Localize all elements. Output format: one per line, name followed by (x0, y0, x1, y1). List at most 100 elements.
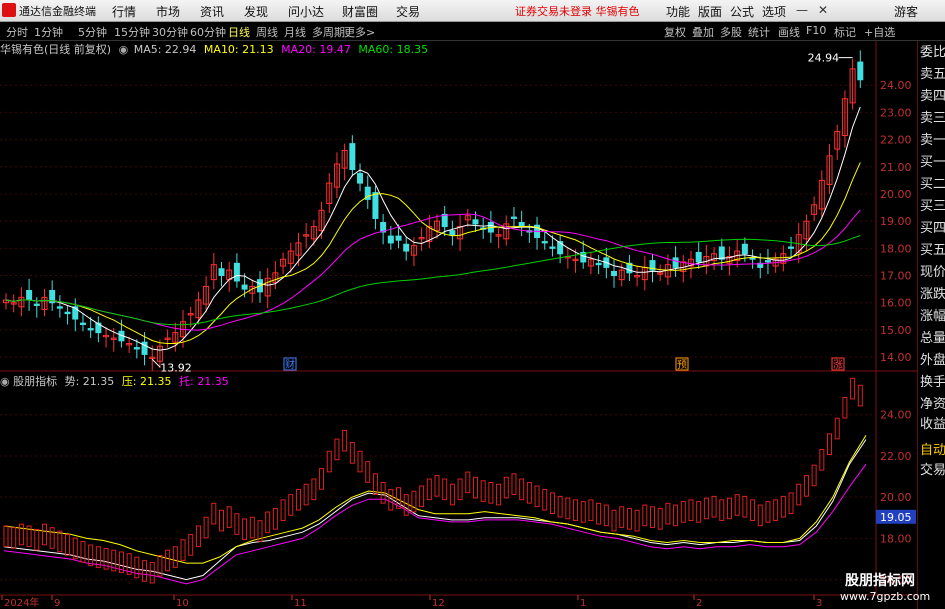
indicator-bar (41, 523, 47, 546)
indicator-bar (188, 534, 194, 556)
y-tick-label: 23.00 (880, 106, 912, 119)
panel-label-bid1: 买一 (920, 155, 945, 170)
indicator-bar (603, 504, 609, 527)
indicator-bar (488, 482, 494, 504)
indicator-bar (619, 506, 625, 528)
candle-body (33, 303, 40, 306)
indicator-bar (503, 476, 509, 499)
y-tick-label: 17.00 (880, 270, 912, 283)
panel-label-bid5: 买五 (920, 243, 945, 258)
indicator-bar (773, 499, 779, 521)
indicator-bar (673, 504, 679, 527)
indicator-bar (650, 506, 655, 528)
indicator-bar (642, 504, 648, 527)
indicator-bar (557, 495, 563, 518)
panel-label-auto[interactable]: 自动 (920, 439, 945, 458)
panel-label-turnover: 换手 (920, 375, 945, 390)
x-tick-label: 3 (816, 598, 822, 609)
indicator-bar (288, 494, 294, 516)
indicator-bar (311, 478, 317, 501)
y-tick-label: 19.00 (880, 215, 912, 228)
candle-body (741, 243, 748, 255)
candle-body (695, 251, 702, 263)
indicator-bar (850, 377, 856, 400)
indicator-bar (857, 384, 863, 407)
candle-body (510, 216, 517, 219)
watermark-url: www.7gpzb.com (840, 590, 931, 603)
candle-body (611, 270, 618, 277)
candle-body (349, 143, 356, 170)
ma10-line (5, 162, 861, 344)
panel-label-ask4: 卖四 (920, 89, 945, 104)
candle-body (718, 246, 725, 260)
indicator-bar (580, 501, 586, 523)
indicator-bar (626, 508, 632, 530)
indicator-bar (319, 468, 325, 490)
candle-body (441, 213, 448, 228)
moving-average-lines (5, 106, 861, 351)
indicator-bar (295, 488, 301, 511)
indicator-bar (765, 501, 771, 523)
indicator-bar (742, 495, 748, 518)
panel-label-outer: 外盘 (920, 353, 945, 368)
panel-label-net-assets: 净资 (920, 397, 945, 412)
indicator-bar (3, 525, 9, 548)
indicator-bar (334, 438, 340, 461)
candle-body (749, 257, 756, 260)
indicator-bar (565, 497, 571, 520)
indicator-bar (303, 483, 309, 506)
indicator-bar (534, 485, 540, 508)
indicator-bar (465, 471, 471, 494)
indicator-bar (80, 541, 86, 563)
chart-area[interactable]: 24.00 23.00 22.00 21.00 20.00 19.00 18.00 17.00… (0, 0, 945, 609)
ma60-line (5, 235, 861, 326)
indicator-bar (272, 508, 278, 530)
candle-body (764, 260, 771, 263)
indicator-bar (203, 516, 209, 539)
indicator-bar (57, 530, 63, 553)
x-tick-label: 2 (696, 598, 702, 609)
panel-label-income: 收益 (920, 417, 945, 432)
indicator-bar (588, 499, 594, 521)
indicator-bar (757, 504, 763, 527)
candle-body (541, 241, 548, 244)
ma5-line (5, 106, 861, 351)
watermark: 股朋指标网 www.7gpzb.com (840, 570, 931, 603)
indicator-bar (542, 488, 548, 511)
y-tick-label: 18.00 (880, 532, 912, 545)
indicator-bar (442, 478, 448, 501)
indicator-bar (18, 523, 24, 546)
indicator-bar (172, 546, 178, 568)
indicator-bar (342, 429, 348, 452)
panel-label-trade[interactable]: 交易 (920, 459, 945, 478)
candle-body (788, 246, 795, 249)
indicator-bar (472, 476, 478, 499)
panel-label-ask5: 卖五 (920, 67, 945, 82)
candle-body (241, 284, 248, 290)
indicator-bar (665, 502, 671, 525)
y-tick-label: 24.00 (880, 79, 912, 92)
event-mark-label: 涨 (833, 359, 843, 371)
panel-label-price: 现价 (920, 265, 945, 280)
candle-body (395, 235, 402, 241)
indicator-bar (419, 485, 425, 508)
candle-body (387, 235, 394, 244)
y-tick-label: 15.00 (880, 324, 912, 337)
indicator-bar (711, 495, 717, 518)
indicator-bar (280, 499, 286, 521)
indicator-bar (780, 495, 786, 518)
candle-body (518, 222, 525, 228)
low-price-pointer (151, 358, 161, 368)
indicator-bar (88, 544, 94, 567)
indicator-bar (449, 483, 455, 506)
high-price-label: 24.94 (808, 52, 840, 65)
ma20-line (5, 209, 861, 331)
indicator-bar (211, 502, 217, 525)
indicator-bar (165, 549, 171, 572)
indicator-bar (349, 442, 355, 464)
indicator-bar (596, 502, 602, 525)
y-tick-label: 21.00 (880, 161, 912, 174)
indicator-bar (750, 499, 756, 521)
indicator-bar (326, 450, 332, 473)
y-tick-label: 16.00 (880, 297, 912, 310)
